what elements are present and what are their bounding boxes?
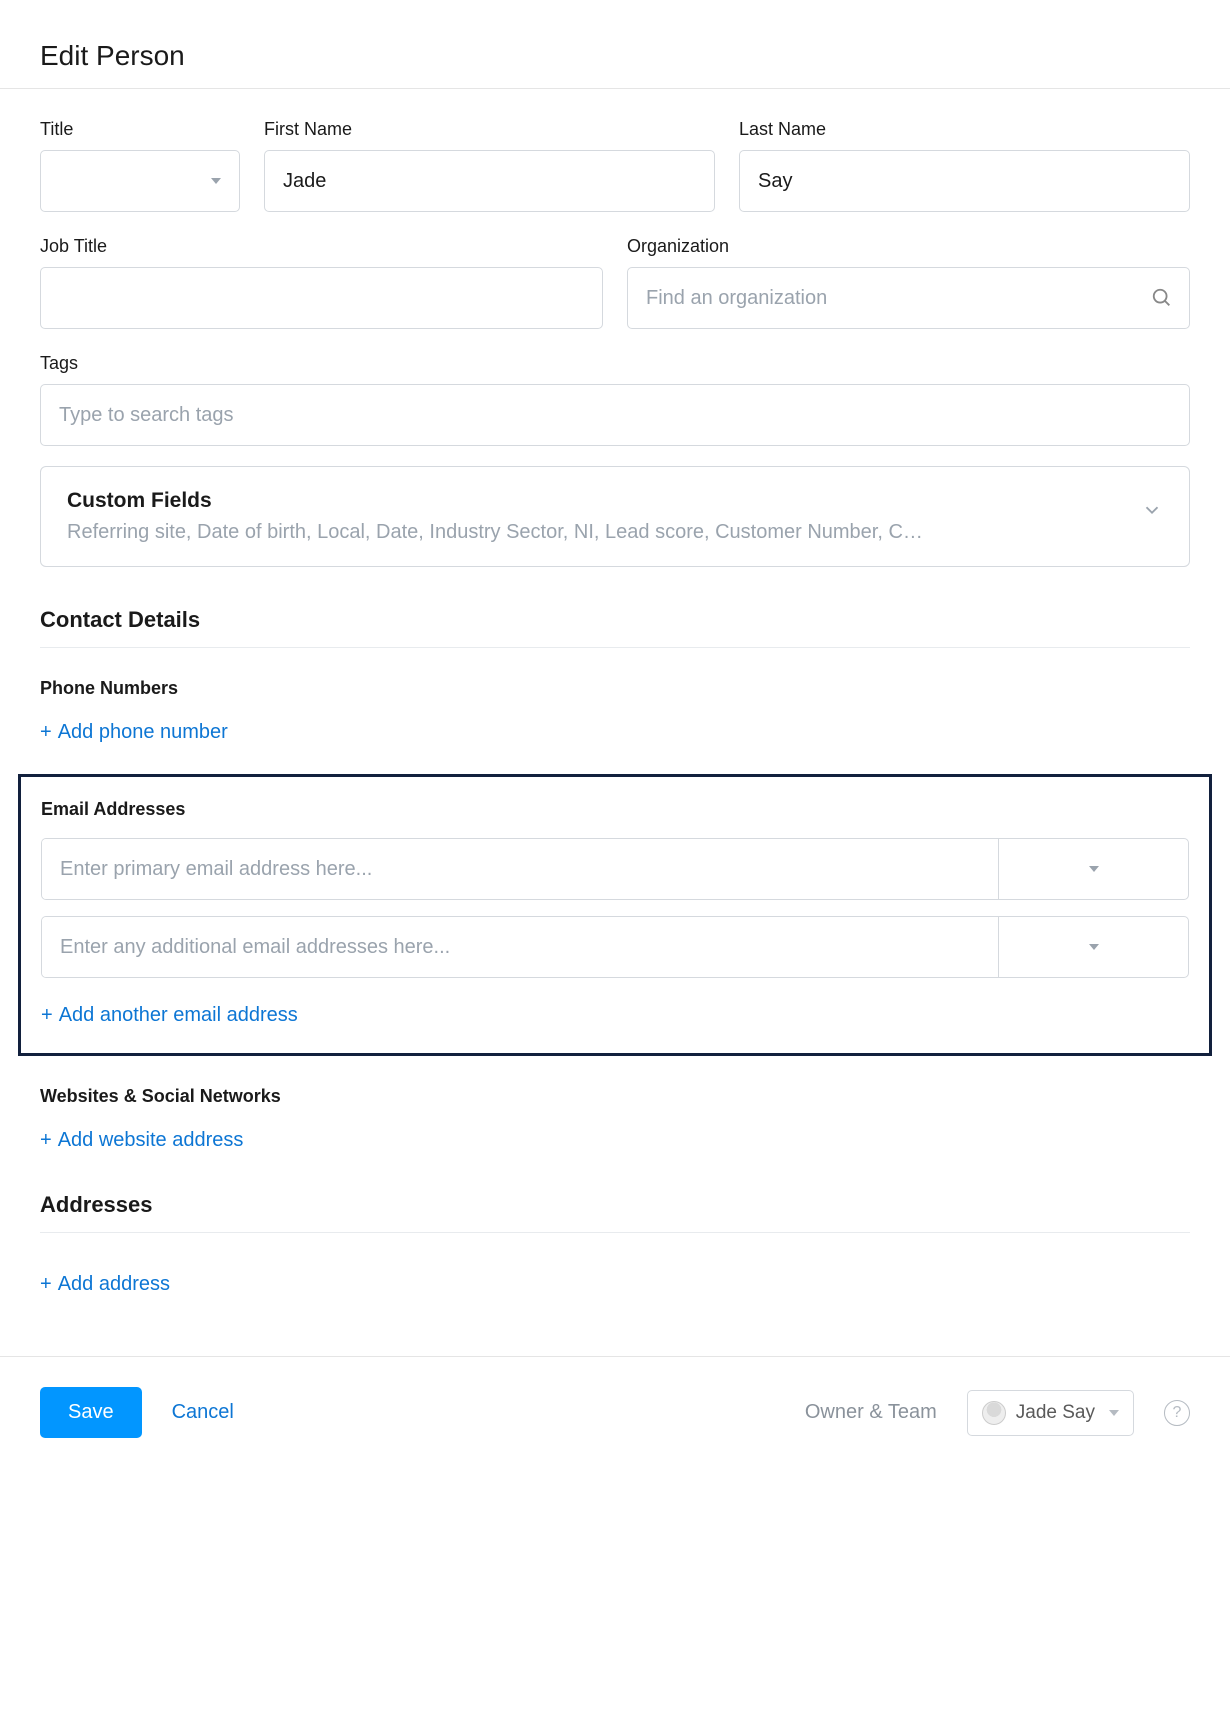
- plus-icon: +: [40, 1273, 52, 1296]
- footer: Save Cancel Owner & Team Jade Say ?: [0, 1357, 1230, 1468]
- chevron-down-icon: [1141, 499, 1163, 521]
- plus-icon: +: [40, 721, 52, 744]
- caret-down-icon: [1109, 1410, 1119, 1416]
- tags-input[interactable]: Type to search tags: [40, 384, 1190, 446]
- caret-down-icon: [1089, 866, 1099, 872]
- tags-placeholder: Type to search tags: [59, 404, 234, 427]
- custom-fields-summary: Referring site, Date of birth, Local, Da…: [67, 521, 1121, 544]
- avatar: [982, 1401, 1006, 1425]
- last-name-input[interactable]: [739, 150, 1190, 212]
- organization-search-wrap: [627, 267, 1190, 329]
- email-primary-input[interactable]: [42, 839, 998, 899]
- title-label: Title: [40, 119, 240, 140]
- first-name-label: First Name: [264, 119, 715, 140]
- caret-down-icon: [211, 178, 221, 184]
- email-addresses-section: Email Addresses + Add another email addr…: [18, 774, 1212, 1056]
- addresses-heading: Addresses: [40, 1192, 1190, 1233]
- contact-details-heading: Contact Details: [40, 607, 1190, 648]
- title-select[interactable]: [40, 150, 240, 212]
- organization-label: Organization: [627, 236, 1190, 257]
- email-additional-type-select[interactable]: [998, 917, 1188, 977]
- add-address-link[interactable]: + Add address: [40, 1273, 170, 1296]
- cancel-button[interactable]: Cancel: [172, 1401, 234, 1424]
- add-another-email-link[interactable]: + Add another email address: [41, 1004, 298, 1027]
- add-address-text: Add address: [58, 1273, 170, 1296]
- add-phone-number-link[interactable]: + Add phone number: [40, 721, 228, 744]
- job-title-field: Job Title: [40, 236, 603, 329]
- last-name-field: Last Name: [739, 119, 1190, 212]
- last-name-label: Last Name: [739, 119, 1190, 140]
- job-title-label: Job Title: [40, 236, 603, 257]
- owner-name: Jade Say: [1016, 1402, 1095, 1424]
- email-row-primary: [41, 838, 1189, 900]
- tags-label: Tags: [40, 353, 1190, 374]
- add-website-text: Add website address: [58, 1129, 244, 1152]
- job-title-input[interactable]: [40, 267, 603, 329]
- email-row-additional: [41, 916, 1189, 978]
- owner-team-label: Owner & Team: [805, 1401, 937, 1424]
- first-name-input[interactable]: [264, 150, 715, 212]
- organization-field: Organization: [627, 236, 1190, 329]
- add-website-address-link[interactable]: + Add website address: [40, 1129, 243, 1152]
- custom-fields-panel[interactable]: Custom Fields Referring site, Date of bi…: [40, 466, 1190, 567]
- add-email-text: Add another email address: [59, 1004, 298, 1027]
- email-primary-type-select[interactable]: [998, 839, 1188, 899]
- phone-numbers-label: Phone Numbers: [40, 678, 1190, 699]
- add-phone-text: Add phone number: [58, 721, 228, 744]
- page-title: Edit Person: [40, 40, 1190, 72]
- plus-icon: +: [41, 1004, 53, 1027]
- owner-select[interactable]: Jade Say: [967, 1390, 1134, 1436]
- search-icon[interactable]: [1151, 287, 1173, 309]
- caret-down-icon: [1089, 944, 1099, 950]
- title-field: Title: [40, 119, 240, 212]
- save-button[interactable]: Save: [40, 1387, 142, 1438]
- email-addresses-label: Email Addresses: [41, 799, 1189, 820]
- help-icon[interactable]: ?: [1164, 1400, 1190, 1426]
- websites-label: Websites & Social Networks: [40, 1086, 1190, 1107]
- organization-input[interactable]: [646, 287, 1151, 310]
- tags-field: Tags Type to search tags: [40, 353, 1190, 446]
- plus-icon: +: [40, 1129, 52, 1152]
- custom-fields-title: Custom Fields: [67, 489, 1121, 513]
- first-name-field: First Name: [264, 119, 715, 212]
- email-additional-input[interactable]: [42, 917, 998, 977]
